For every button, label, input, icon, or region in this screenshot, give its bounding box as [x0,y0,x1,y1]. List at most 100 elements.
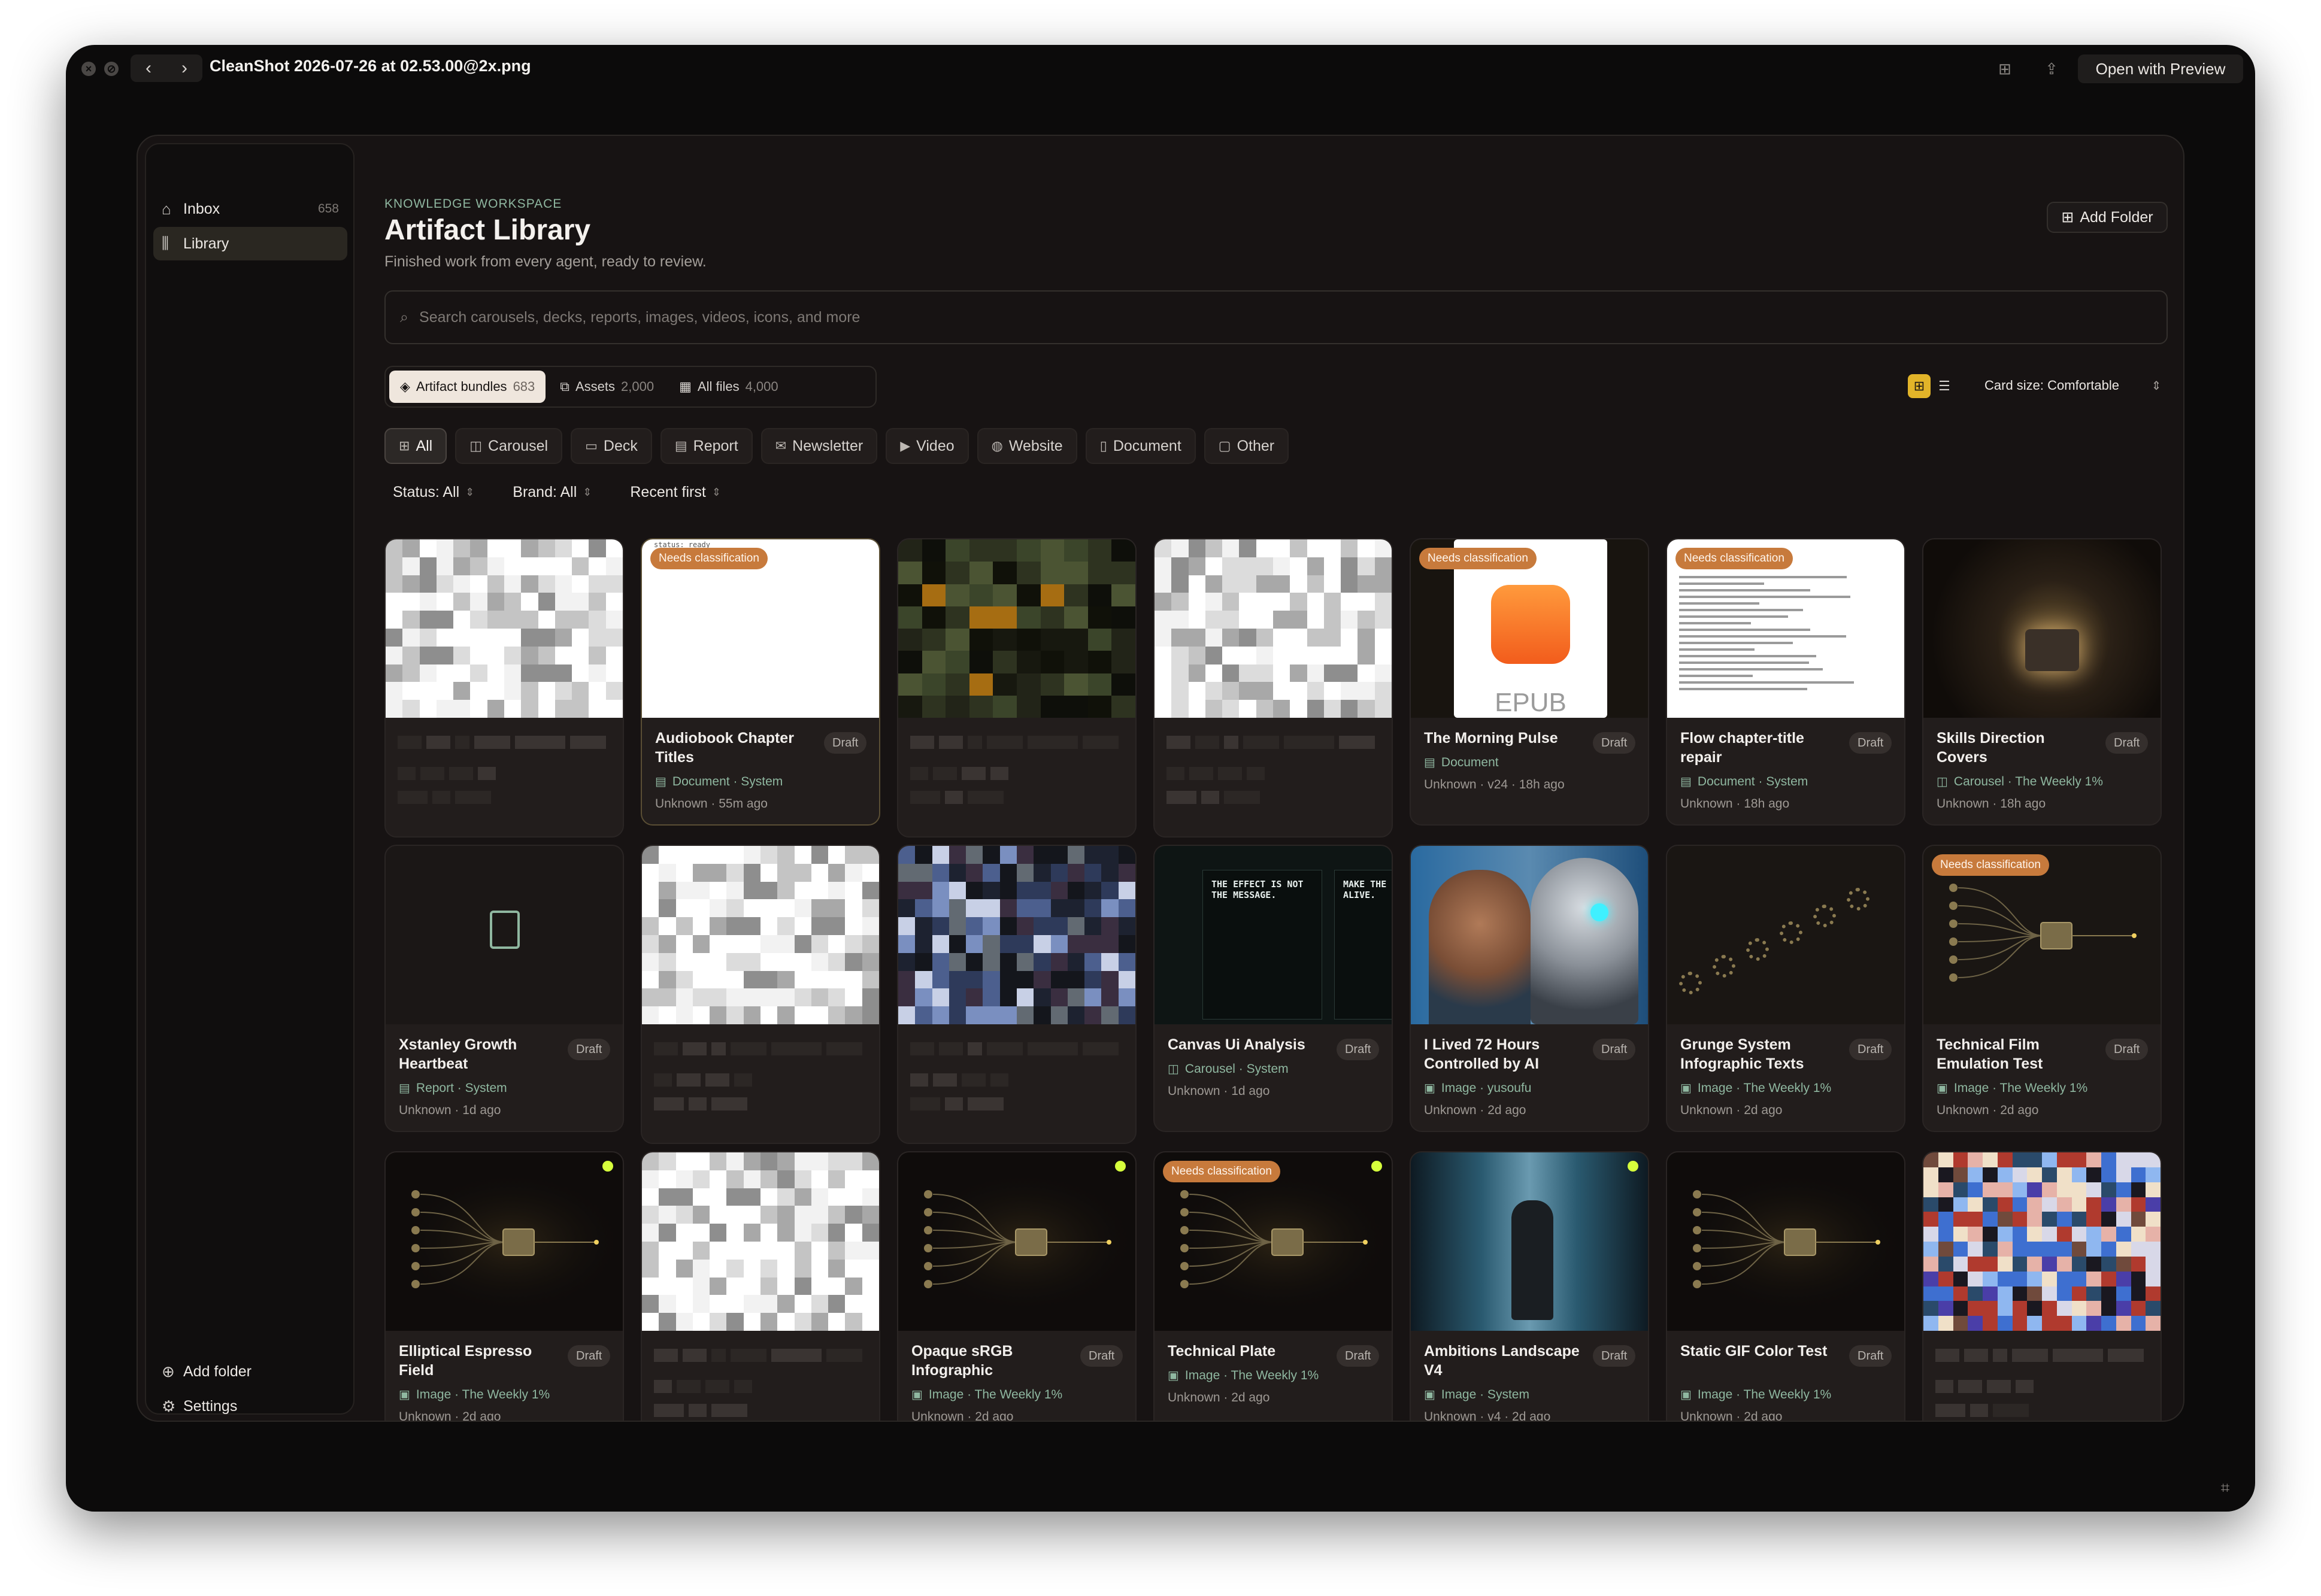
card-title: Xstanley Growth Heartbeat [399,1036,517,1072]
close-circle-icon[interactable]: × [81,62,96,76]
artifact-card[interactable] [641,1151,880,1421]
image-icon: ▣ [1937,1082,1948,1095]
list-view-icon[interactable]: ☰ [1933,374,1956,398]
text-line [1679,582,1764,585]
presentation-icon: ▭ [585,438,598,453]
pixelated-text [910,791,1004,804]
add-folder-button[interactable]: ⊞ Add Folder [2047,202,2168,233]
artifact-card[interactable] [1922,1151,2162,1421]
chip-label: Other [1237,437,1275,454]
artifact-card[interactable]: I Lived 72 Hours Controlled by AI Draft ▣ I… [1410,845,1649,1132]
artifact-card[interactable]: Elliptical Espresso Field Draft ▣ Image · T… [384,1151,624,1422]
pixelated-preview [386,539,623,718]
artifact-card[interactable]: Grunge System Infographic Texts Draft ▣ Ima… [1666,845,1905,1132]
card-size-select[interactable]: Card size: Comfortable [1984,378,2119,393]
artifact-card[interactable]: Needs classification Flow chapter-title r… [1666,538,1905,826]
artifact-card[interactable]: EPUB Needs classification The Morning Puls… [1410,538,1649,826]
pixelated-text [1166,736,1375,749]
card-thumbnail [1923,1152,2161,1331]
sidebar: ⌂ Inbox 658 ⫼ Library ⊕ Add folder ⚙ Set… [145,143,354,1415]
sidebar-add-folder[interactable]: ⊕ Add folder [153,1355,347,1388]
segment-assets[interactable]: ⧉ Assets 2,000 [549,371,665,403]
artifact-card[interactable]: Ambitions Landscape V4 Draft ▣ Image · Syst… [1410,1151,1649,1421]
chip-document[interactable]: ▯ Document [1085,428,1196,464]
artifact-card[interactable] [641,845,880,1144]
card-meta: ▣ Image · The Weekly 1% [911,1387,1062,1402]
chip-carousel[interactable]: ◫ Carousel [455,428,563,464]
chevron-right-icon[interactable]: › [166,54,202,82]
segment-all-files[interactable]: ▦ All files 4,000 [668,371,789,403]
chip-newsletter[interactable]: ✉ Newsletter [760,428,878,464]
chip-website[interactable]: ◍ Website [977,428,1077,464]
document-icon: ▤ [399,1082,410,1095]
sort-filter[interactable]: Recent first ⇕ [622,477,729,507]
artifact-card[interactable]: Needs classification Technical Film Emula… [1922,845,2162,1132]
artifact-card[interactable] [897,845,1137,1144]
chip-label: Deck [603,437,638,454]
eyebrow-label: KNOWLEDGE WORKSPACE [384,197,562,211]
brand-filter[interactable]: Brand: All ⇕ [504,477,600,507]
inbox-icon: ⌂ [162,199,171,218]
scan-icon[interactable]: ⌗ [2213,1476,2237,1500]
document-icon: ▤ [1680,775,1692,788]
card-meta-text: Carousel · The Weekly 1% [1953,774,2103,788]
artifact-card[interactable]: Needs classification Technical Plate Draft… [1153,1151,1393,1421]
filter-dropdowns: Status: All ⇕ Brand: All ⇕ Recent first ⇕ [384,477,729,507]
card-footer: Unknown · 2d ago [399,1410,501,1422]
artifact-card[interactable] [1153,538,1393,838]
search-input[interactable]: ⌕ Search carousels, decks, reports, imag… [384,290,2168,344]
status-filter[interactable]: Status: All ⇕ [384,477,483,507]
carousel-icon: ◫ [1168,1063,1179,1076]
sidebar-item-inbox[interactable]: ⌂ Inbox 658 [153,192,347,226]
gear-shape [1679,972,1702,994]
artifact-card[interactable]: THE EFFECT IS NOT THE MESSAGE. MAKE THE A… [1153,845,1393,1132]
card-footer: Unknown · v24 · 18h ago [1424,778,1565,791]
pixelated-text [654,1349,862,1362]
artifact-card[interactable] [384,538,624,838]
card-meta: ▣ Image · The Weekly 1% [399,1387,550,1402]
filter-label: Recent first [630,483,706,500]
segment-count: 683 [513,379,535,394]
chip-video[interactable]: ▶ Video [886,428,969,464]
chip-all[interactable]: ⊞ All [384,428,447,464]
artifact-card[interactable]: Opaque sRGB Infographic Draft ▣ Image · The… [897,1151,1137,1421]
text-line [1679,602,1759,605]
chevron-updown-icon[interactable]: ⇕ [2147,375,2165,397]
table-icon: ▦ [679,379,692,394]
grid-icon[interactable]: ⊞ [1993,57,2017,81]
chip-other[interactable]: ▢ Other [1204,428,1289,464]
card-meta-text: Image · The Weekly 1% [1697,1387,1832,1401]
card-meta-text: Carousel · System [1184,1061,1289,1076]
pixelated-text [654,1380,752,1393]
sidebar-settings[interactable]: ⚙ Settings [153,1389,347,1421]
chevron-left-icon[interactable]: ‹ [131,54,166,82]
segment-artifact-bundles[interactable]: ◈ Artifact bundles 683 [389,371,546,403]
slide-headline-2: MAKE THE AF FEEL ALIVE. [1343,879,1392,900]
share-icon[interactable]: ⇪ [2040,57,2064,81]
folder-plus-icon: ⊕ [162,1362,175,1380]
text-line [1679,642,1793,644]
text-line [1679,648,1755,651]
screenshot-viewer-window: × ⊘ ‹ › CleanShot 2026-07-26 at 02.53.00… [66,45,2255,1512]
chip-deck[interactable]: ▭ Deck [571,428,652,464]
pixelated-text [910,767,1008,780]
block-icon[interactable]: ⊘ [104,62,119,76]
open-with-preview-button[interactable]: Open with Preview [2078,54,2243,83]
artifact-card[interactable]: Skills Direction Covers Draft ◫ Carousel · … [1922,538,2162,826]
artifact-card[interactable]: Static GIF Color Test Draft ▣ Image · The W… [1666,1151,1905,1421]
card-meta-text: Image · The Weekly 1% [1953,1081,2088,1095]
artifact-card[interactable]: Xstanley Growth Heartbeat Draft ▤ Report · … [384,845,624,1132]
filter-label: Status: All [393,483,460,500]
book-icon [1491,585,1570,664]
card-title: Static GIF Color Test [1680,1343,1828,1360]
carousel-icon: ◫ [469,438,483,453]
artifact-card[interactable] [897,538,1137,838]
sidebar-item-library[interactable]: ⫼ Library [153,227,347,260]
text-line [1679,622,1751,624]
layout-toggle: ⊞ ☰ [1908,374,1956,400]
grid-view-icon[interactable]: ⊞ [1908,374,1931,398]
artifact-card[interactable]: status: ready Needs classification Audiobo… [641,538,880,826]
card-meta: ▣ Image · The Weekly 1% [1680,1387,1831,1402]
chip-report[interactable]: ▤ Report [660,428,753,464]
card-title: Canvas Ui Analysis [1168,1036,1305,1053]
